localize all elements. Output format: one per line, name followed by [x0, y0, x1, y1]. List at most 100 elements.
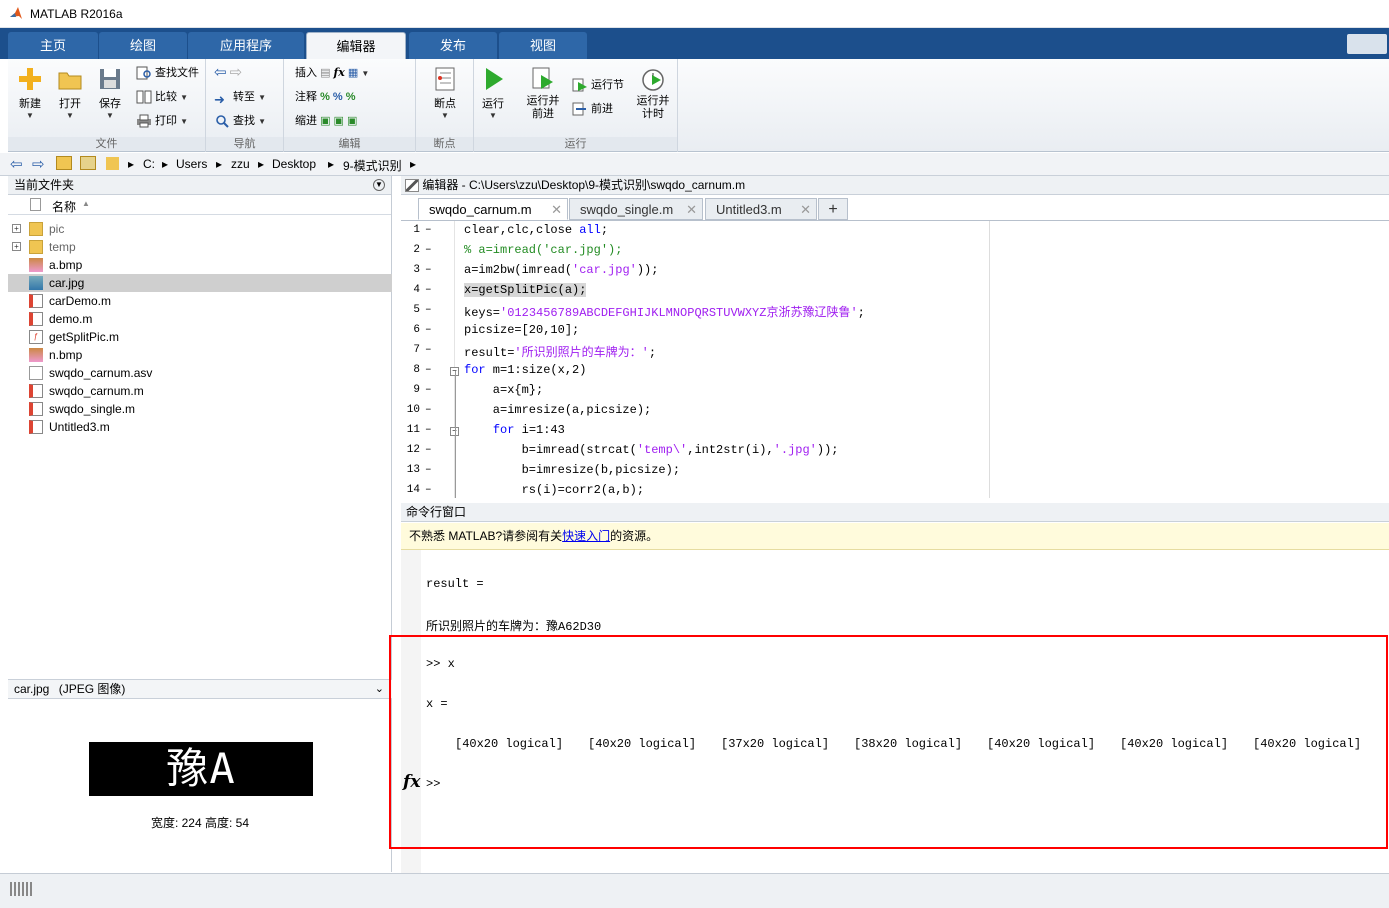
quick-access-icon[interactable]: [1347, 34, 1387, 54]
find-button[interactable]: 查找 ▼: [214, 111, 266, 131]
name-column-header[interactable]: 名称 ▲: [8, 195, 391, 215]
list-item-file[interactable]: carDemo.m: [8, 292, 392, 310]
quick-start-link[interactable]: 快速入门: [562, 529, 610, 543]
code-line[interactable]: % a=imread('car.jpg');: [464, 243, 622, 257]
smart-indent-icon[interactable]: ▣: [320, 115, 330, 127]
wrap-comment-icon[interactable]: %: [346, 91, 356, 103]
tab-home[interactable]: 主页: [8, 32, 98, 59]
close-icon[interactable]: ✕: [800, 199, 811, 220]
breakpoint-marker[interactable]: –: [425, 444, 432, 456]
breakpoint-marker[interactable]: –: [425, 384, 432, 396]
crumb-drive[interactable]: C:: [143, 157, 155, 171]
compare-button[interactable]: 比较 ▼: [136, 87, 188, 107]
list-item-folder-temp[interactable]: + temp: [8, 238, 392, 256]
breakpoint-marker[interactable]: –: [425, 344, 432, 356]
code-line[interactable]: result='所识别照片的车牌为：';: [464, 343, 656, 360]
print-button[interactable]: 打印 ▼: [136, 111, 188, 131]
list-item-folder-pic[interactable]: + pic: [8, 220, 392, 238]
list-item-file[interactable]: swqdo_carnum.m: [8, 382, 392, 400]
close-icon[interactable]: ✕: [686, 199, 697, 220]
list-item-file[interactable]: swqdo_carnum.asv: [8, 364, 392, 382]
breakpoint-marker[interactable]: –: [425, 244, 432, 256]
find-files-button[interactable]: 查找文件: [136, 63, 199, 83]
tab-untitled3[interactable]: Untitled3.m ✕: [705, 198, 817, 220]
breakpoint-marker[interactable]: –: [425, 424, 432, 436]
breakpoint-marker[interactable]: –: [425, 484, 432, 496]
code-line[interactable]: picsize=[20,10];: [464, 323, 579, 337]
insert-function-icon[interactable]: fx: [334, 66, 345, 79]
goto-button[interactable]: ➜ 转至 ▼: [214, 87, 266, 107]
breakpoint-marker[interactable]: –: [425, 364, 432, 376]
list-item-file[interactable]: ƒ getSplitPic.m: [8, 328, 392, 346]
back-arrow-icon[interactable]: ⇦: [214, 64, 227, 81]
crumb-desktop[interactable]: Desktop: [272, 157, 316, 171]
tab-swqdo-carnum[interactable]: swqdo_carnum.m ✕: [418, 198, 568, 220]
expand-icon[interactable]: +: [12, 224, 21, 233]
list-item-file[interactable]: swqdo_single.m: [8, 400, 392, 418]
insert-button[interactable]: 插入 ▤ fx ▦ ▼: [295, 63, 369, 83]
list-item-file[interactable]: demo.m: [8, 310, 392, 328]
list-item-file[interactable]: Untitled3.m: [8, 418, 392, 436]
list-item-file[interactable]: a.bmp: [8, 256, 392, 274]
breakpoint-marker[interactable]: –: [425, 284, 432, 296]
open-button[interactable]: 打开 ▼: [51, 61, 89, 120]
code-line[interactable]: a=imresize(a,picsize);: [464, 403, 651, 417]
tab-view[interactable]: 视图: [499, 32, 587, 59]
run-button[interactable]: 运行 ▼: [474, 61, 512, 120]
up-folder-icon[interactable]: [56, 156, 72, 170]
save-button[interactable]: 保存 ▼: [91, 61, 129, 120]
list-item-file-selected[interactable]: car.jpg: [8, 274, 392, 292]
indent-button[interactable]: 缩进 ▣ ▣ ▣: [295, 111, 357, 131]
panel-menu-icon[interactable]: ▼: [373, 179, 385, 191]
code-line[interactable]: b=imread(strcat('temp\',int2str(i),'.jpg…: [464, 443, 839, 457]
crumb-folder[interactable]: 9-模式识别: [343, 157, 402, 174]
breakpoint-marker[interactable]: –: [425, 224, 432, 236]
breakpoint-marker[interactable]: –: [425, 304, 432, 316]
code-line[interactable]: for m=1:size(x,2): [464, 363, 586, 377]
breakpoint-marker[interactable]: –: [425, 264, 432, 276]
tab-swqdo-single[interactable]: swqdo_single.m ✕: [569, 198, 703, 220]
comment-button[interactable]: 注释 % % %: [295, 87, 356, 107]
forward-arrow-icon[interactable]: ⇨: [230, 64, 243, 81]
back-forward-buttons[interactable]: ⇦ ⇨: [214, 63, 242, 83]
browse-folder-icon[interactable]: [80, 156, 96, 170]
list-item-file[interactable]: n.bmp: [8, 346, 392, 364]
uncomment-icon[interactable]: %: [333, 91, 343, 103]
address-back-icon[interactable]: ⇦: [10, 155, 23, 173]
tab-plots[interactable]: 绘图: [99, 32, 187, 59]
run-advance-button[interactable]: 运行并 前进: [524, 61, 562, 121]
insert-doc-icon[interactable]: ▦: [348, 67, 358, 79]
new-button[interactable]: 新建 ▼: [11, 61, 49, 120]
insert-section-icon[interactable]: ▤: [320, 67, 330, 79]
expand-icon[interactable]: +: [12, 242, 21, 251]
code-line[interactable]: for i=1:43: [464, 423, 565, 437]
tab-apps[interactable]: 应用程序: [188, 32, 304, 59]
details-header[interactable]: car.jpg (JPEG 图像) ⌄: [8, 680, 392, 699]
code-line[interactable]: keys='0123456789ABCDEFGHIJKLMNOPQRSTUVWX…: [464, 303, 865, 320]
advance-button[interactable]: 前进: [572, 99, 613, 119]
breakpoint-marker[interactable]: –: [425, 324, 432, 336]
comment-icon[interactable]: %: [320, 91, 330, 103]
code-line[interactable]: a=x{m};: [464, 383, 543, 397]
increase-indent-icon[interactable]: ▣: [334, 115, 344, 127]
tab-editor[interactable]: 编辑器: [306, 32, 406, 59]
address-forward-icon[interactable]: ⇨: [32, 155, 45, 173]
breakpoints-button[interactable]: 断点 ▼: [426, 61, 464, 120]
decrease-indent-icon[interactable]: ▣: [347, 115, 357, 127]
close-icon[interactable]: ✕: [551, 199, 562, 220]
code-line[interactable]: clear,clc,close all;: [464, 223, 608, 237]
collapse-chevron-icon[interactable]: ⌄: [375, 680, 384, 699]
code-line[interactable]: a=im2bw(imread('car.jpg'));: [464, 263, 658, 277]
crumb-zzu[interactable]: zzu: [231, 157, 250, 171]
code-area[interactable]: 1– clear,clc,close all; 2– % a=imread('c…: [401, 221, 1389, 498]
code-line[interactable]: rs(i)=corr2(a,b);: [464, 483, 644, 497]
code-line[interactable]: b=imresize(b,picsize);: [464, 463, 680, 477]
breakpoint-marker[interactable]: –: [425, 404, 432, 416]
tab-publish[interactable]: 发布: [409, 32, 497, 59]
run-time-button[interactable]: 运行并 计时: [634, 61, 672, 121]
code-line-selected[interactable]: x=getSplitPic(a);: [464, 283, 587, 297]
breakpoint-marker[interactable]: –: [425, 464, 432, 476]
crumb-users[interactable]: Users: [176, 157, 207, 171]
add-tab-button[interactable]: +: [818, 198, 848, 220]
run-section-button[interactable]: 运行节: [572, 75, 624, 95]
